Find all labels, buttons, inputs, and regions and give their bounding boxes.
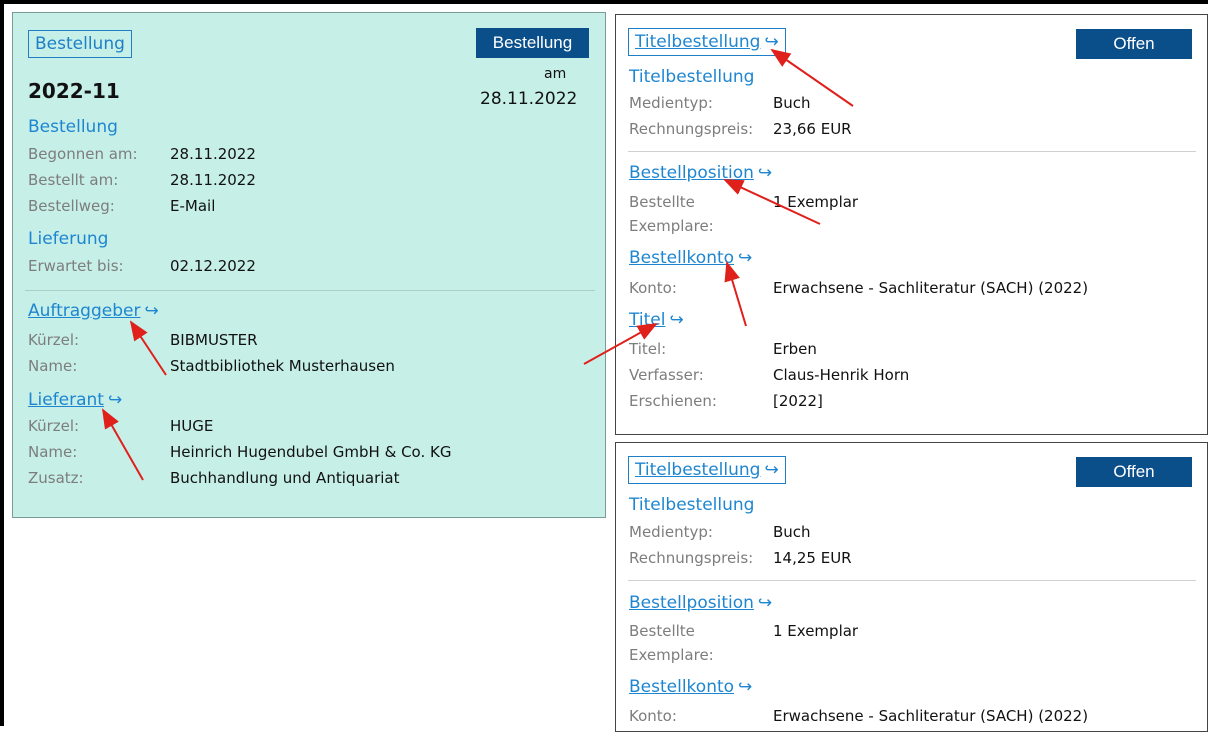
published-label: Erschienen: — [629, 392, 717, 410]
order-date-prefix: am — [544, 66, 567, 82]
order-position-link[interactable]: Bestellposition ↪ — [629, 593, 772, 613]
account-label: Konto: — [629, 707, 677, 725]
title-order-status-button[interactable]: Offen — [1076, 29, 1192, 59]
link-arrow-icon: ↪ — [764, 460, 779, 480]
title-order-card: Titelbestellung ↪ Offen Titelbestellung M… — [615, 442, 1208, 732]
begun-value: 28.11.2022 — [170, 145, 256, 163]
copies-label: Bestellte — [629, 622, 695, 640]
copies-label-cont: Exemplare: — [629, 646, 714, 664]
ordered-label: Bestellt am: — [28, 171, 119, 189]
client-name-value: Stadtbibliothek Musterhausen — [170, 357, 395, 375]
begun-label: Begonnen am: — [28, 145, 138, 163]
account-value: Erwachsene - Sachliteratur (SACH) (2022) — [773, 707, 1089, 725]
title-order-status-button[interactable]: Offen — [1076, 457, 1192, 487]
client-link[interactable]: Auftraggeber ↪ — [28, 301, 159, 321]
section-order-heading: Bestellung — [28, 117, 118, 137]
card-divider — [628, 580, 1196, 581]
order-number: 2022-11 — [28, 79, 120, 103]
screen-frame-left — [0, 0, 4, 726]
copies-label-cont: Exemplare: — [629, 217, 714, 235]
media-value: Buch — [773, 523, 811, 541]
supplier-name-value: Heinrich Hugendubel GmbH & Co. KG — [170, 443, 452, 461]
order-date: 28.11.2022 — [480, 89, 578, 109]
order-divider — [25, 290, 595, 291]
price-label: Rechnungspreis: — [629, 120, 754, 138]
link-arrow-icon: ↪ — [738, 248, 753, 268]
way-label: Bestellweg: — [28, 197, 115, 215]
account-value: Erwachsene - Sachliteratur (SACH) (2022) — [773, 279, 1089, 297]
way-value: E-Mail — [170, 197, 216, 215]
supplier-short-value: HUGE — [170, 417, 214, 435]
title-order-link[interactable]: Titelbestellung ↪ — [628, 456, 786, 484]
link-arrow-icon: ↪ — [669, 310, 684, 330]
ordered-value: 28.11.2022 — [170, 171, 256, 189]
client-short-value: BIBMUSTER — [170, 331, 258, 349]
title-link[interactable]: Titel ↪ — [629, 310, 684, 330]
link-arrow-icon: ↪ — [144, 301, 159, 321]
title-order-heading: Titelbestellung — [629, 495, 755, 515]
card-divider — [628, 151, 1196, 152]
client-short-label: Kürzel: — [28, 331, 80, 349]
author-label: Verfasser: — [629, 366, 704, 384]
author-value: Claus-Henrik Horn — [773, 366, 910, 384]
client-name-label: Name: — [28, 357, 78, 375]
media-label: Medientyp: — [629, 523, 713, 541]
title-label: Titel: — [629, 340, 667, 358]
supplier-extra-label: Zusatz: — [28, 469, 84, 487]
order-account-link[interactable]: Bestellkonto ↪ — [629, 248, 752, 268]
supplier-short-label: Kürzel: — [28, 417, 80, 435]
published-value: [2022] — [773, 392, 823, 410]
link-arrow-icon: ↪ — [757, 593, 773, 613]
account-label: Konto: — [629, 279, 677, 297]
order-tag: Bestellung — [28, 30, 132, 58]
title-order-heading: Titelbestellung — [629, 67, 755, 87]
expected-label: Erwartet bis: — [28, 257, 124, 275]
section-delivery-heading: Lieferung — [28, 229, 109, 249]
copies-value: 1 Exemplar — [773, 622, 859, 640]
supplier-name-label: Name: — [28, 443, 78, 461]
price-label: Rechnungspreis: — [629, 549, 754, 567]
link-arrow-icon: ↪ — [107, 390, 123, 410]
price-value: 23,66 EUR — [773, 120, 852, 138]
title-order-card: Titelbestellung ↪ Offen Titelbestellung M… — [615, 14, 1208, 435]
order-account-link[interactable]: Bestellkonto ↪ — [629, 677, 752, 697]
media-value: Buch — [773, 94, 811, 112]
title-order-link[interactable]: Titelbestellung ↪ — [628, 28, 786, 56]
screen-frame-top — [0, 0, 1208, 4]
link-arrow-icon: ↪ — [757, 163, 773, 183]
order-panel: Bestellung Bestellung am 28.11.2022 2022… — [12, 12, 606, 518]
link-arrow-icon: ↪ — [738, 677, 753, 697]
expected-value: 02.12.2022 — [170, 257, 256, 275]
title-value: Erben — [773, 340, 817, 358]
order-position-link[interactable]: Bestellposition ↪ — [629, 163, 772, 183]
supplier-link[interactable]: Lieferant ↪ — [28, 390, 122, 410]
media-label: Medientyp: — [629, 94, 713, 112]
link-arrow-icon: ↪ — [764, 32, 779, 52]
order-status-button[interactable]: Bestellung — [476, 28, 589, 58]
copies-value: 1 Exemplar — [773, 193, 859, 211]
copies-label: Bestellte — [629, 193, 695, 211]
price-value: 14,25 EUR — [773, 549, 852, 567]
supplier-extra-value: Buchhandlung und Antiquariat — [170, 469, 400, 487]
